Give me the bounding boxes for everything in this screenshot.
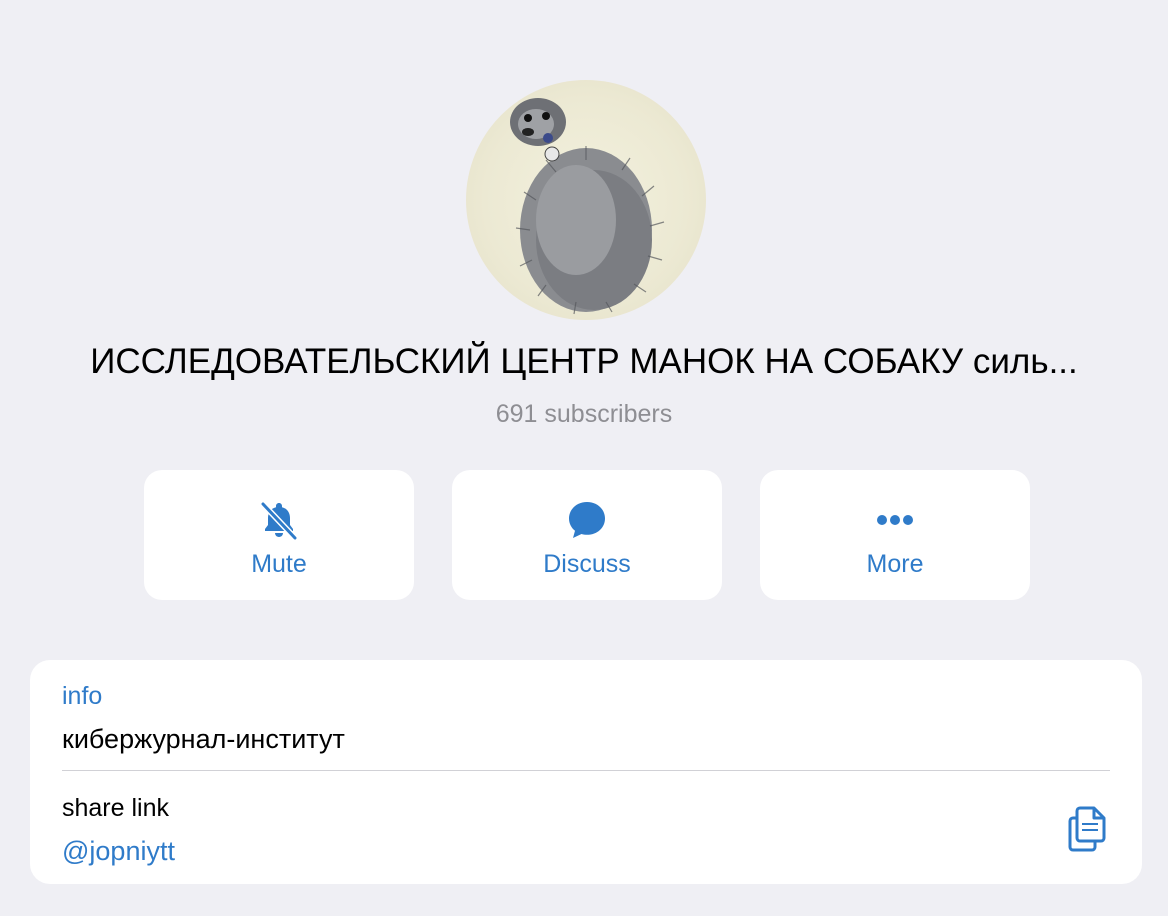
channel-avatar[interactable]: [466, 80, 706, 320]
discuss-label: Discuss: [543, 550, 631, 578]
copy-icon[interactable]: [1064, 802, 1112, 854]
channel-title: ИССЛЕДОВАТЕЛЬСКИЙ ЦЕНТР МАНОК НА СОБАКУ …: [90, 342, 1078, 381]
discuss-button[interactable]: Discuss: [452, 470, 722, 600]
info-card: info кибержурнал-институт share link @jo…: [30, 660, 1142, 884]
hedgehog-avatar-image: [510, 98, 665, 315]
mute-label: Mute: [251, 550, 307, 578]
more-button[interactable]: More: [760, 470, 1030, 600]
share-link-value[interactable]: @jopniytt: [62, 836, 175, 867]
info-value[interactable]: кибержурнал-институт: [62, 724, 345, 755]
divider: [62, 770, 1110, 771]
bell-slash-icon: [144, 498, 414, 542]
ellipsis-icon: [760, 498, 1030, 542]
more-label: More: [866, 550, 924, 578]
info-label: info: [62, 682, 103, 710]
subscriber-count: 691 subscribers: [495, 400, 673, 428]
chat-bubble-icon: [452, 498, 722, 542]
share-link-label: share link: [62, 794, 169, 822]
mute-button[interactable]: Mute: [144, 470, 414, 600]
